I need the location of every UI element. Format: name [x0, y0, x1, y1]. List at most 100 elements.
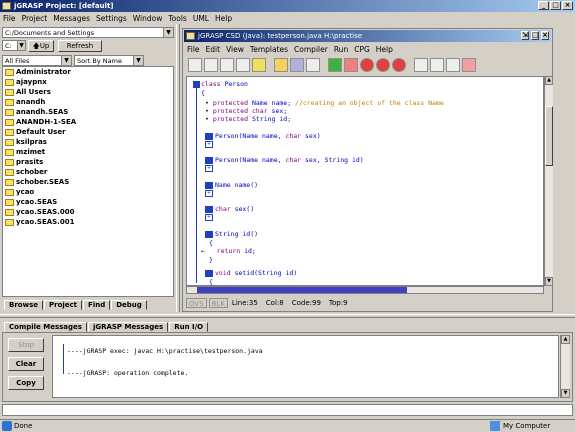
file-list-item[interactable]: ycao.SEAS.001	[3, 217, 173, 227]
menu-tools[interactable]: Tools	[168, 14, 186, 23]
expand-plus-icon[interactable]: +	[205, 165, 213, 172]
file-list-item[interactable]: anandh.SEAS	[3, 107, 173, 117]
expand-plus-icon[interactable]: +	[205, 190, 213, 197]
scrollbar-thumb[interactable]	[545, 106, 553, 166]
chevron-down-icon[interactable]: ▼	[17, 41, 25, 50]
file-list-item[interactable]: ksilpras	[3, 137, 173, 147]
tab-project[interactable]: Project	[43, 300, 83, 310]
code-editor[interactable]: class Person { • protected Name name; //…	[186, 76, 544, 286]
editor-menu-help[interactable]: Help	[376, 45, 393, 54]
file-list[interactable]: Administrator ajaypnx All Users anandh anand…	[2, 66, 174, 297]
run-person-icon[interactable]	[344, 58, 358, 72]
fold-marker-icon[interactable]	[205, 182, 213, 189]
file-list-item[interactable]: schober.SEAS	[3, 177, 173, 187]
editor-vertical-scrollbar[interactable]: ▲ ▼	[544, 76, 553, 286]
fold-marker-icon[interactable]	[205, 270, 213, 277]
copy-button[interactable]: Copy	[8, 376, 44, 390]
compile-plus-icon[interactable]	[328, 58, 342, 72]
chevron-down-icon[interactable]: ▼	[61, 56, 71, 65]
fold-marker-icon[interactable]	[205, 157, 213, 164]
cut-icon[interactable]	[414, 58, 428, 72]
scroll-down-arrow-icon[interactable]: ▼	[545, 277, 553, 286]
maximize-button[interactable]: □	[550, 1, 561, 10]
file-list-item[interactable]: anandh	[3, 97, 173, 107]
file-list-item[interactable]: ANANDH-1-SEA	[3, 117, 173, 127]
menu-file[interactable]: File	[3, 14, 16, 23]
menu-window[interactable]: Window	[133, 14, 163, 23]
sort-combo[interactable]: Sort By Name ▼	[74, 55, 144, 66]
compile-output[interactable]: ----jGRASP exec: javac H:\practise\testp…	[52, 335, 559, 398]
menu-messages[interactable]: Messages	[53, 14, 90, 23]
file-list-item[interactable]: Default User	[3, 127, 173, 137]
file-list-item[interactable]: ycao	[3, 187, 173, 197]
document-icon[interactable]	[204, 58, 218, 72]
menu-help[interactable]: Help	[215, 14, 232, 23]
bar-chart-icon[interactable]	[252, 58, 266, 72]
maximize-editor-button[interactable]: □	[531, 31, 539, 40]
tab-debug[interactable]: Debug	[111, 300, 147, 310]
fold-marker-icon[interactable]	[205, 133, 213, 140]
copy-icon[interactable]	[430, 58, 444, 72]
file-list-item[interactable]: Administrator	[3, 67, 173, 77]
chevron-down-icon[interactable]: ▼	[163, 28, 173, 37]
command-input[interactable]	[2, 404, 573, 416]
editor-menu-file[interactable]: File	[187, 45, 200, 54]
clear-button[interactable]: Clear	[8, 357, 44, 371]
print-icon[interactable]	[306, 58, 320, 72]
file-list-item[interactable]: ycao.SEAS	[3, 197, 173, 207]
path-combo[interactable]: C:/Documents and Settings ▼	[2, 27, 174, 38]
scroll-up-arrow-icon[interactable]: ▲	[561, 335, 570, 344]
save-icon[interactable]	[290, 58, 304, 72]
apple-icon[interactable]	[392, 58, 406, 72]
document-icon[interactable]	[236, 58, 250, 72]
tab-find[interactable]: Find	[83, 300, 111, 310]
undo-icon[interactable]	[462, 58, 476, 72]
messages-vertical-scrollbar[interactable]: ▲ ▼	[560, 335, 570, 398]
drive-combo[interactable]: C: ▼	[2, 40, 26, 51]
tab-compile-messages[interactable]: Compile Messages	[4, 322, 87, 332]
editor-menu-templates[interactable]: Templates	[250, 45, 288, 54]
file-list-item[interactable]: schober	[3, 167, 173, 177]
file-list-item[interactable]: mzimet	[3, 147, 173, 157]
scroll-up-arrow-icon[interactable]: ▲	[545, 76, 553, 85]
file-list-item[interactable]: prasits	[3, 157, 173, 167]
expand-plus-icon[interactable]: +	[205, 214, 213, 221]
close-editor-button[interactable]: ×	[541, 31, 549, 40]
scroll-down-arrow-icon[interactable]: ▼	[561, 389, 570, 398]
apple-icon[interactable]	[376, 58, 390, 72]
menu-uml[interactable]: UML	[193, 14, 209, 23]
stop-button[interactable]: Stop	[8, 338, 44, 352]
restore-button[interactable]: ⇲	[521, 31, 529, 40]
tab-run-io[interactable]: Run I/O	[169, 322, 209, 332]
open-folder-icon[interactable]	[274, 58, 288, 72]
editor-menu-view[interactable]: View	[226, 45, 244, 54]
new-file-icon[interactable]	[188, 58, 202, 72]
apple-icon[interactable]	[360, 58, 374, 72]
close-button[interactable]: ×	[562, 1, 573, 10]
up-button[interactable]: 🡅Up	[28, 40, 54, 52]
tab-jgrasp-messages[interactable]: jGRASP Messages	[87, 322, 169, 332]
vertical-splitter[interactable]	[176, 24, 180, 312]
paste-icon[interactable]	[446, 58, 460, 72]
document-icon[interactable]	[220, 58, 234, 72]
editor-menu-run[interactable]: Run	[334, 45, 348, 54]
editor-menu-edit[interactable]: Edit	[206, 45, 221, 54]
refresh-button[interactable]: Refresh	[58, 40, 102, 52]
editor-menu-compiler[interactable]: Compiler	[294, 45, 328, 54]
file-list-item[interactable]: ajaypnx	[3, 77, 173, 87]
fold-marker-icon[interactable]	[193, 81, 200, 88]
filter-combo[interactable]: All Files ▼	[2, 55, 72, 66]
scrollbar-thumb[interactable]	[197, 287, 407, 293]
editor-menu-cpg[interactable]: CPG	[354, 45, 370, 54]
minimize-button[interactable]: _	[538, 1, 549, 10]
editor-horizontal-scrollbar[interactable]	[186, 286, 544, 294]
horizontal-splitter[interactable]	[0, 314, 575, 318]
menu-project[interactable]: Project	[22, 14, 48, 23]
tab-browse[interactable]: Browse	[4, 300, 43, 310]
fold-marker-icon[interactable]	[205, 231, 213, 238]
expand-plus-icon[interactable]: +	[205, 141, 213, 148]
chevron-down-icon[interactable]: ▼	[133, 56, 143, 65]
fold-marker-icon[interactable]	[205, 206, 213, 213]
file-list-item[interactable]: ycao.SEAS.000	[3, 207, 173, 217]
file-list-item[interactable]: All Users	[3, 87, 173, 97]
